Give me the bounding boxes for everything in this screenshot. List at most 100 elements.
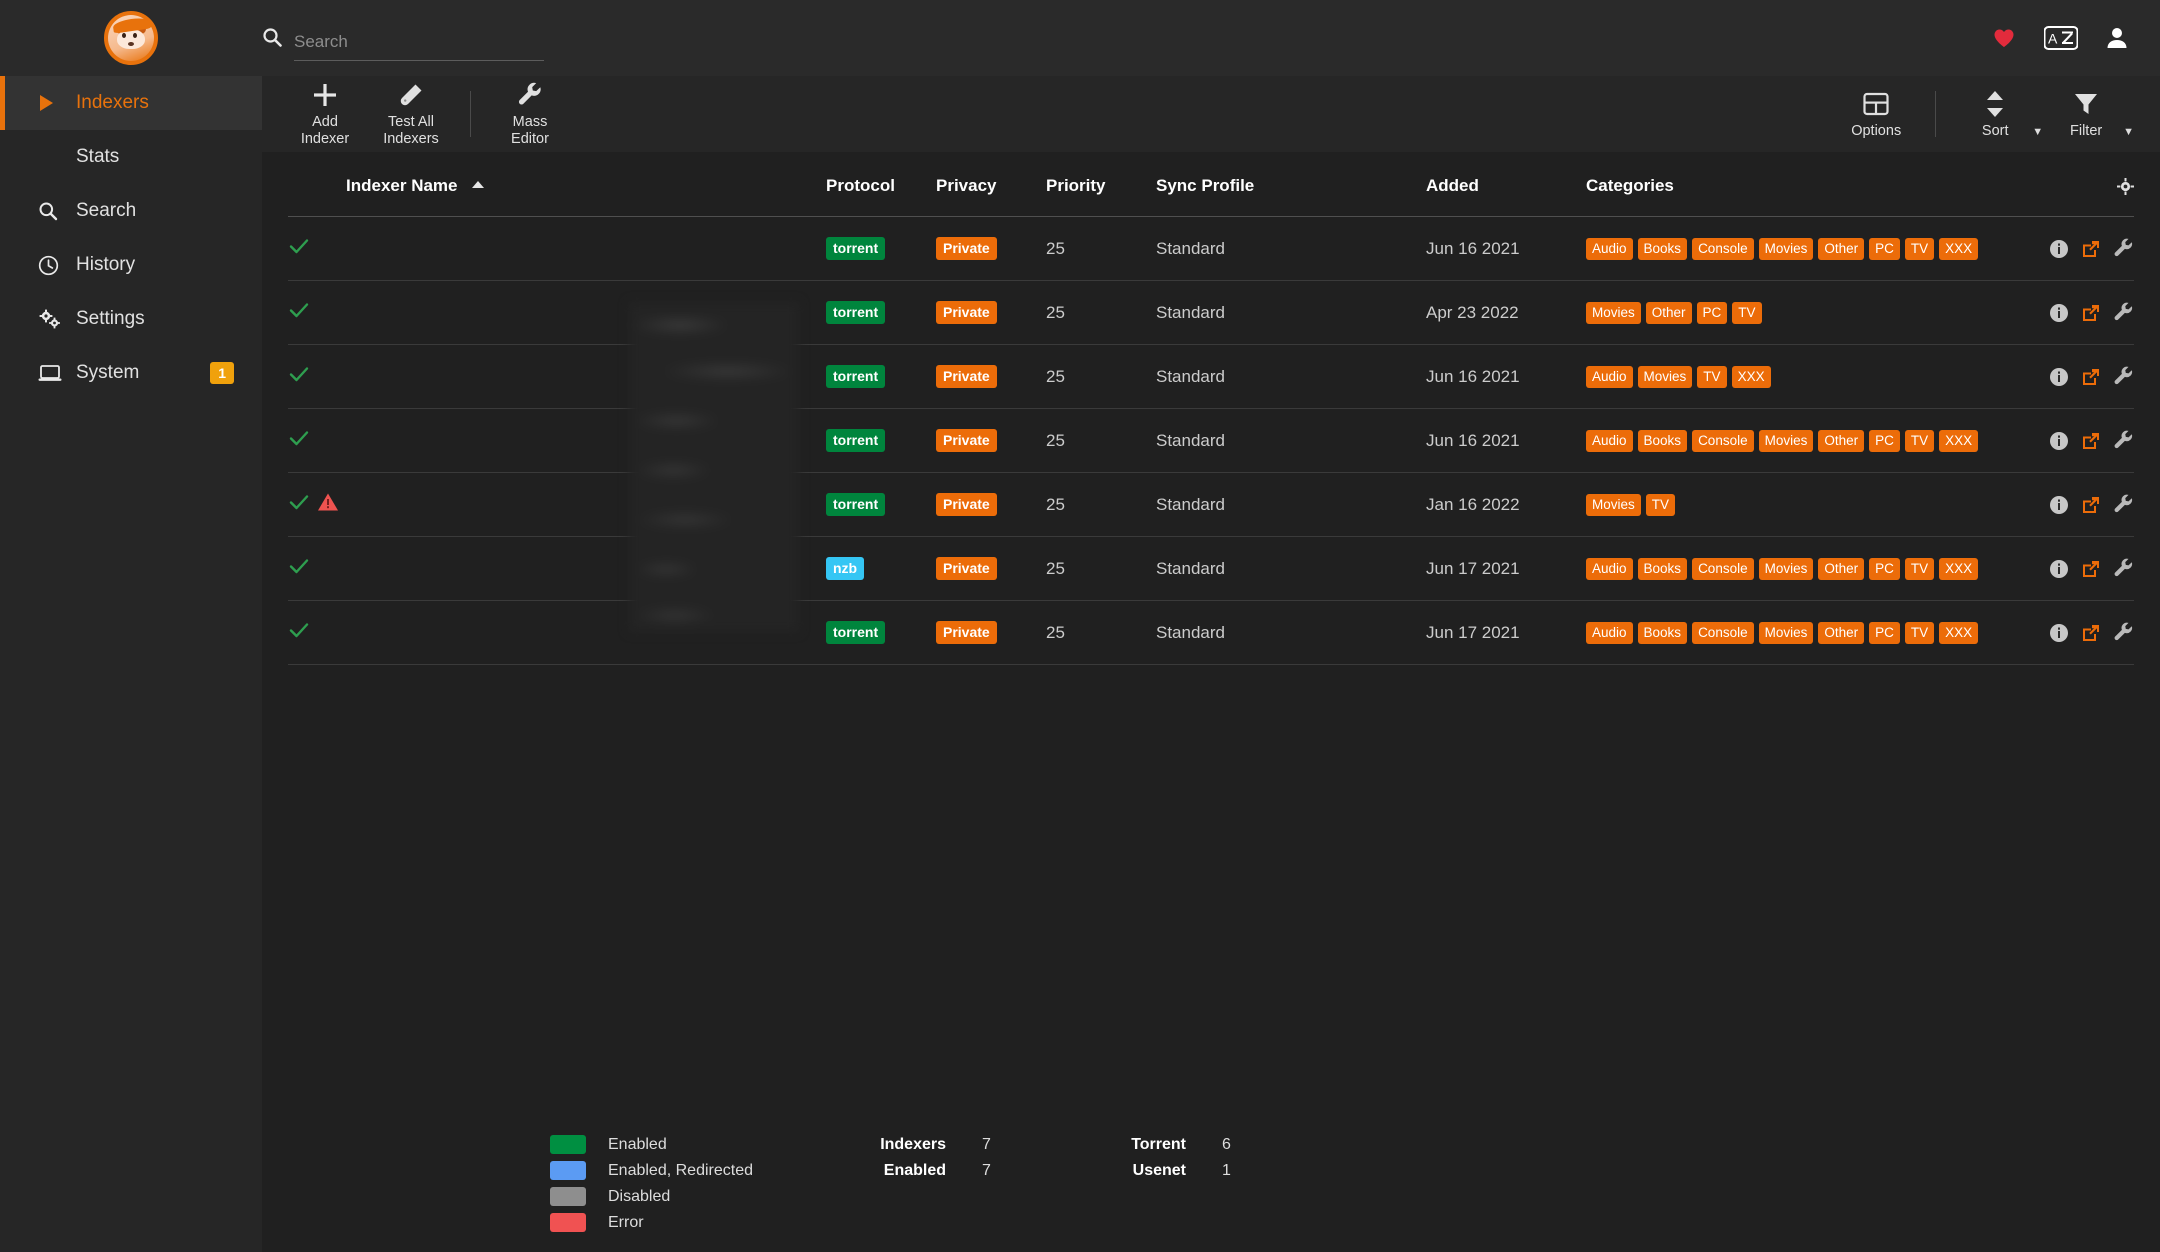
- table-header-row: Indexer Name Protocol Privacy Priority S…: [288, 152, 2134, 217]
- wrench-icon[interactable]: [2113, 558, 2134, 579]
- enabled-check-icon: [288, 235, 310, 262]
- column-sync-profile[interactable]: Sync Profile: [1156, 152, 1426, 217]
- external-link-icon[interactable]: [2081, 303, 2101, 323]
- info-icon[interactable]: [2049, 623, 2069, 643]
- category-badge: Books: [1638, 430, 1688, 452]
- check-icon: [288, 427, 310, 449]
- table-row[interactable]: torrent Private 25 Standard Jan 16 2022 …: [288, 473, 2134, 537]
- test-all-indexers-button[interactable]: Test All Indexers: [368, 76, 454, 152]
- warning-icon[interactable]: [317, 492, 339, 517]
- column-privacy[interactable]: Privacy: [936, 152, 1046, 217]
- protocol-badge: nzb: [826, 557, 864, 580]
- heart-icon[interactable]: [1992, 27, 2016, 49]
- user-icon[interactable]: [2106, 26, 2128, 50]
- sidebar-item-stats[interactable]: Stats: [0, 130, 262, 184]
- wrench-icon[interactable]: [2113, 366, 2134, 387]
- row-priority: 25: [1046, 409, 1156, 473]
- wrench-icon[interactable]: [2113, 494, 2134, 515]
- table-row[interactable]: nzb Private 25 Standard Jun 17 2021 Audi…: [288, 537, 2134, 601]
- table-row[interactable]: torrent Private 25 Standard Jun 16 2021 …: [288, 217, 2134, 281]
- sidebar-item-system[interactable]: System 1: [0, 346, 262, 400]
- wrench-icon[interactable]: [2113, 430, 2134, 451]
- external-link-icon[interactable]: [2081, 623, 2101, 643]
- global-search[interactable]: [262, 15, 544, 61]
- column-indexer-name[interactable]: Indexer Name: [346, 152, 826, 217]
- add-indexer-button[interactable]: Add Indexer: [282, 76, 368, 152]
- sidebar-item-indexers[interactable]: Indexers: [0, 76, 262, 130]
- mass-editor-button[interactable]: Mass Editor: [487, 76, 573, 152]
- wrench-icon[interactable]: [2113, 622, 2134, 643]
- external-link-icon[interactable]: [2081, 367, 2101, 387]
- category-badge: TV: [1905, 430, 1934, 452]
- column-protocol[interactable]: Protocol: [826, 152, 936, 217]
- legend-label: Enabled: [608, 1136, 667, 1154]
- info-icon[interactable]: [2049, 559, 2069, 579]
- sidebar-item-search[interactable]: Search: [0, 184, 262, 238]
- row-sync-profile: Standard: [1156, 217, 1426, 281]
- category-badge: Console: [1692, 622, 1754, 644]
- row-indexer-name[interactable]: [346, 409, 826, 473]
- legend-item: Error: [550, 1210, 850, 1235]
- category-badge: Other: [1818, 558, 1864, 580]
- privacy-badge: Private: [936, 621, 997, 644]
- sidebar-item-history[interactable]: History: [0, 238, 262, 292]
- filter-label: Filter: [2070, 123, 2102, 140]
- wrench-icon[interactable]: [2113, 238, 2134, 259]
- protocol-badge: torrent: [826, 237, 885, 260]
- info-icon[interactable]: [2049, 431, 2069, 451]
- external-link-icon[interactable]: [2081, 495, 2101, 515]
- sort-updown-icon: [1984, 89, 2006, 119]
- external-link-icon[interactable]: [2081, 559, 2101, 579]
- category-badge: PC: [1869, 558, 1900, 580]
- row-sync-profile: Standard: [1156, 409, 1426, 473]
- column-settings[interactable]: [2004, 152, 2134, 217]
- row-indexer-name[interactable]: [346, 473, 826, 537]
- row-categories: MoviesOtherPCTV: [1586, 281, 2004, 345]
- sidebar-item-settings[interactable]: Settings: [0, 292, 262, 346]
- indexers-table-container: Indexer Name Protocol Privacy Priority S…: [262, 152, 2160, 665]
- legend-label: Error: [608, 1214, 644, 1232]
- filter-button[interactable]: Filter: [2043, 76, 2129, 152]
- count-value: 6: [1222, 1136, 1231, 1154]
- row-privacy: Private: [936, 537, 1046, 601]
- test-all-label-line2: Indexers: [383, 131, 439, 148]
- table-row[interactable]: torrent Private 25 Standard Apr 23 2022 …: [288, 281, 2134, 345]
- table-row[interactable]: torrent Private 25 Standard Jun 16 2021 …: [288, 409, 2134, 473]
- category-badge: PC: [1869, 238, 1900, 260]
- legend-swatch: [550, 1213, 586, 1232]
- external-link-icon[interactable]: [2081, 239, 2101, 259]
- info-icon[interactable]: [2049, 367, 2069, 387]
- row-indexer-name[interactable]: [346, 537, 826, 601]
- sort-asc-icon: [472, 181, 484, 188]
- info-icon[interactable]: [2049, 303, 2069, 323]
- test-all-label-line1: Test All: [388, 114, 434, 131]
- row-privacy: Private: [936, 473, 1046, 537]
- info-icon[interactable]: [2049, 239, 2069, 259]
- sort-chevron-down-icon[interactable]: ▼: [2032, 126, 2043, 138]
- external-link-icon[interactable]: [2081, 431, 2101, 451]
- count-value: 1: [1222, 1162, 1231, 1180]
- row-indexer-name[interactable]: [346, 217, 826, 281]
- category-badge: TV: [1646, 494, 1675, 516]
- wrench-icon[interactable]: [2113, 302, 2134, 323]
- sort-button[interactable]: Sort: [1952, 76, 2038, 152]
- row-status-cell: [288, 281, 346, 345]
- table-row[interactable]: torrent Private 25 Standard Jun 17 2021 …: [288, 601, 2134, 665]
- filter-chevron-down-icon[interactable]: ▼: [2123, 126, 2134, 138]
- category-badge: XXX: [1939, 622, 1978, 644]
- column-priority[interactable]: Priority: [1046, 152, 1156, 217]
- row-indexer-name[interactable]: [346, 281, 826, 345]
- column-added[interactable]: Added: [1426, 152, 1586, 217]
- funnel-icon: [2073, 89, 2099, 119]
- table-row[interactable]: torrent Private 25 Standard Jun 16 2021 …: [288, 345, 2134, 409]
- translate-icon[interactable]: A: [2044, 26, 2078, 50]
- row-indexer-name[interactable]: [346, 345, 826, 409]
- row-sync-profile: Standard: [1156, 281, 1426, 345]
- search-input[interactable]: [294, 32, 544, 61]
- gear-icon[interactable]: [2117, 176, 2134, 195]
- options-button[interactable]: Options: [1833, 76, 1919, 152]
- info-icon[interactable]: [2049, 495, 2069, 515]
- sidebar-item-label: Settings: [76, 308, 145, 330]
- app-logo[interactable]: [0, 0, 262, 76]
- row-indexer-name[interactable]: [346, 601, 826, 665]
